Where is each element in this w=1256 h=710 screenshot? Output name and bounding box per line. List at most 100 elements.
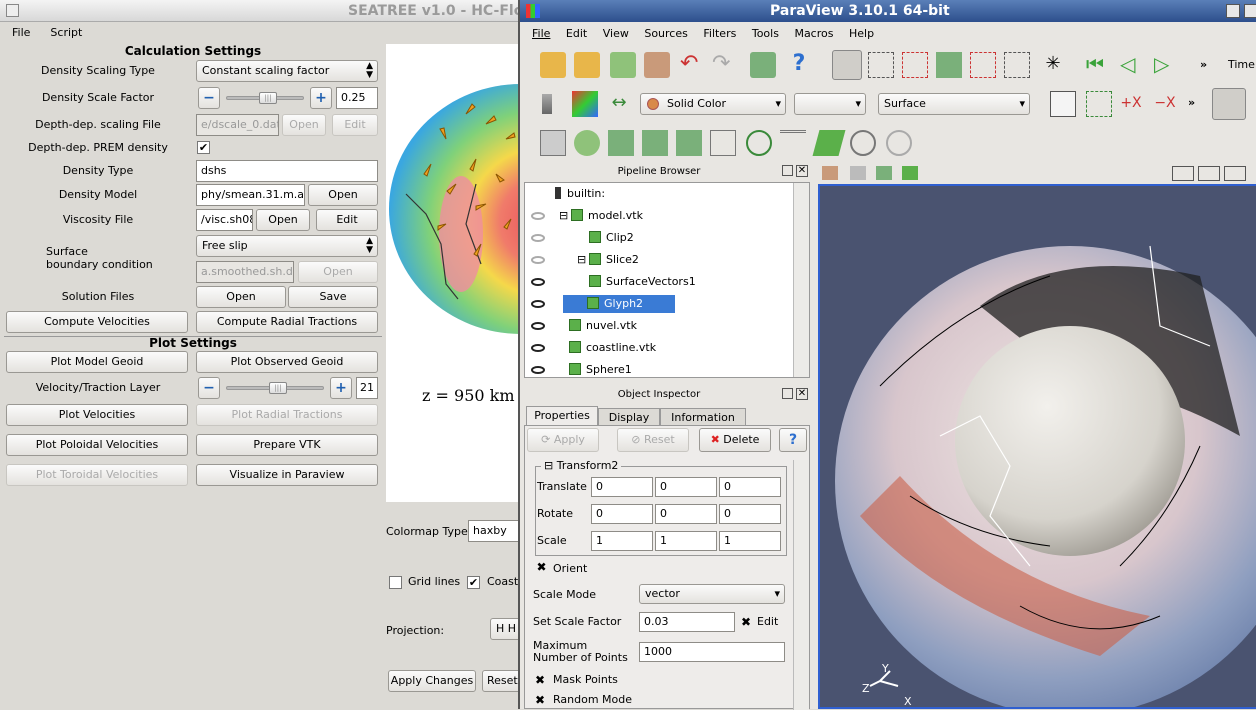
render-view[interactable]: Y X Z xyxy=(818,184,1256,709)
depth-dep-open-button[interactable]: Open xyxy=(282,114,326,136)
reset-view-icon[interactable] xyxy=(1050,91,1076,117)
colormap-field[interactable]: haxby xyxy=(468,520,524,542)
eye-icon[interactable] xyxy=(531,344,545,352)
camera-undo-icon[interactable] xyxy=(850,166,866,180)
pv-menu-help[interactable]: Help xyxy=(843,24,880,40)
plus-x-view-icon[interactable]: +X xyxy=(1118,91,1144,117)
contour-icon[interactable] xyxy=(574,130,600,156)
lookmark-icon[interactable] xyxy=(876,166,892,180)
apply-button[interactable]: ⟳ Apply xyxy=(527,428,599,452)
scale-x-field[interactable]: 1 xyxy=(591,531,653,551)
layer-increase-button[interactable]: + xyxy=(330,377,352,399)
maximize-view-icon[interactable] xyxy=(1224,166,1246,181)
calculator-icon[interactable] xyxy=(540,130,566,156)
depth-dep-edit-button[interactable]: Edit xyxy=(332,114,378,136)
pv-menu-macros[interactable]: Macros xyxy=(788,24,839,40)
representation-select[interactable]: Surface ▾ xyxy=(878,93,1030,115)
zoom-to-data-icon[interactable] xyxy=(1086,91,1112,117)
grid-lines-checkbox[interactable] xyxy=(389,576,402,589)
prem-density-checkbox[interactable]: ✔ xyxy=(197,141,210,154)
connect-icon[interactable] xyxy=(610,52,636,78)
mask-points-checkbox[interactable]: ✖ xyxy=(535,673,545,687)
scale-y-field[interactable]: 1 xyxy=(655,531,717,551)
close-panel-icon[interactable]: ✕ xyxy=(796,165,808,177)
select-cells-icon[interactable] xyxy=(868,52,894,78)
random-mode-checkbox[interactable]: ✖ xyxy=(535,693,545,707)
solution-open-button[interactable]: Open xyxy=(196,286,286,308)
zoom-box-icon[interactable] xyxy=(1004,52,1030,78)
disconnect-icon[interactable] xyxy=(644,52,670,78)
interaction-mode-icon[interactable] xyxy=(1212,88,1246,120)
color-by-select[interactable]: Solid Color ▾ xyxy=(640,93,786,115)
viscosity-open-button[interactable]: Open xyxy=(256,209,310,231)
group-icon[interactable] xyxy=(850,130,876,156)
camera-link-icon[interactable] xyxy=(750,52,776,78)
pipeline-item[interactable]: builtin: xyxy=(555,183,605,205)
float-panel-icon[interactable] xyxy=(782,165,793,176)
pv-menu-filters[interactable]: Filters xyxy=(697,24,742,40)
eye-icon[interactable] xyxy=(531,212,545,220)
load-state-icon[interactable] xyxy=(574,52,600,78)
compute-radial-tractions-button[interactable]: Compute Radial Tractions xyxy=(196,311,378,333)
pipeline-item[interactable]: SurfaceVectors1 xyxy=(525,271,793,293)
eye-icon[interactable] xyxy=(531,366,545,374)
eye-icon[interactable] xyxy=(531,300,545,308)
decrease-button[interactable]: − xyxy=(198,87,220,109)
rotate-z-field[interactable]: 0 xyxy=(719,504,781,524)
scale-factor-slider-handle[interactable]: ||| xyxy=(259,92,277,104)
clip-icon[interactable] xyxy=(608,130,634,156)
visualize-paraview-button[interactable]: Visualize in Paraview xyxy=(196,464,378,486)
pipeline-item-selected[interactable]: Glyph2 xyxy=(525,293,793,315)
open-file-icon[interactable] xyxy=(540,52,566,78)
select-block-icon[interactable] xyxy=(970,52,996,78)
scale-mode-select[interactable]: vector ▾ xyxy=(639,584,785,604)
pipeline-item[interactable]: Clip2 xyxy=(525,227,793,249)
eye-icon[interactable] xyxy=(531,278,545,286)
reset-camera-icon[interactable] xyxy=(832,50,862,80)
pipeline-item[interactable]: coastline.vtk xyxy=(525,337,793,359)
minimize-button[interactable] xyxy=(1226,4,1240,18)
plot-toroidal-button[interactable]: Plot Toroidal Velocities xyxy=(6,464,188,486)
maximize-button[interactable] xyxy=(1244,4,1256,18)
plot-velocities-button[interactable]: Plot Velocities xyxy=(6,404,188,426)
rotate-x-field[interactable]: 0 xyxy=(591,504,653,524)
pv-menu-tools[interactable]: Tools xyxy=(746,24,785,40)
solution-save-button[interactable]: Save xyxy=(288,286,378,308)
increase-button[interactable]: + xyxy=(310,87,332,109)
scale-factor-field[interactable]: 0.25 xyxy=(336,87,378,109)
play-icon[interactable]: ▷ xyxy=(1154,52,1180,78)
pipeline-item[interactable]: nuvel.vtk xyxy=(525,315,793,337)
redo-icon[interactable]: ↷ xyxy=(712,52,738,78)
surface-file-field[interactable]: a.smoothed.sh.dat xyxy=(196,261,294,283)
scale-factor-field[interactable]: 0.03 xyxy=(639,612,735,632)
component-select[interactable]: ▾ xyxy=(794,93,866,115)
warp-icon[interactable] xyxy=(812,130,846,156)
pv-menu-edit[interactable]: Edit xyxy=(560,24,593,40)
rotate-y-field[interactable]: 0 xyxy=(655,504,717,524)
plot-radial-tractions-button[interactable]: Plot Radial Tractions xyxy=(196,404,378,426)
eye-icon[interactable] xyxy=(531,256,545,264)
threshold-icon[interactable] xyxy=(676,130,702,156)
slice-icon[interactable] xyxy=(642,130,668,156)
close-panel-icon[interactable]: ✕ xyxy=(796,388,808,400)
coast-checkbox[interactable]: ✔ xyxy=(467,576,480,589)
help-button[interactable]: ? xyxy=(779,428,807,452)
camera-link-icon[interactable] xyxy=(902,166,918,180)
color-legend-icon[interactable] xyxy=(542,94,552,114)
extract-level-icon[interactable] xyxy=(886,130,912,156)
density-model-open-button[interactable]: Open xyxy=(308,184,378,206)
depth-dep-scaling-file-field[interactable]: e/dscale_0.dat xyxy=(196,114,279,136)
float-panel-icon[interactable] xyxy=(782,388,793,399)
plot-observed-geoid-button[interactable]: Plot Observed Geoid xyxy=(196,351,378,373)
scale-z-field[interactable]: 1 xyxy=(719,531,781,551)
prepare-vtk-button[interactable]: Prepare VTK xyxy=(196,434,378,456)
overflow-icon[interactable]: » xyxy=(1200,58,1207,71)
pv-menu-view[interactable]: View xyxy=(597,24,635,40)
pipeline-item[interactable]: Sphere1 xyxy=(525,359,793,381)
pipeline-item[interactable]: ⊟ model.vtk xyxy=(525,205,793,227)
edit-color-map-icon[interactable] xyxy=(572,91,598,117)
apply-changes-button[interactable]: Apply Changes xyxy=(388,670,476,692)
surface-open-button[interactable]: Open xyxy=(298,261,378,283)
menu-script[interactable]: Script xyxy=(38,24,90,39)
window-menu-icon[interactable] xyxy=(6,4,19,17)
